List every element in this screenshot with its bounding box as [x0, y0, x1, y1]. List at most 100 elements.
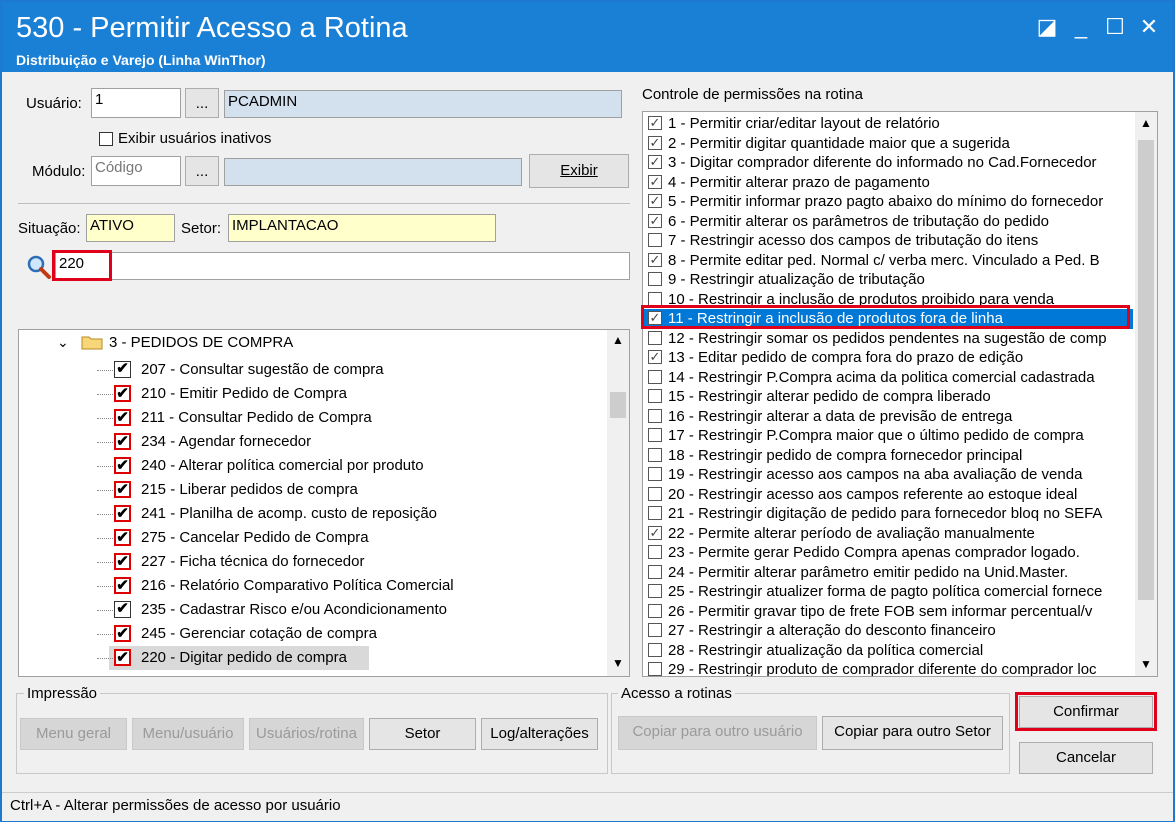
permission-checkbox[interactable]: ✓	[648, 525, 662, 540]
permission-checkbox[interactable]	[648, 233, 662, 247]
scroll-down-icon[interactable]: ▼	[1140, 657, 1152, 671]
tree-item-checkbox[interactable]: ✔	[114, 625, 131, 642]
modulo-code-field[interactable]: Código	[91, 156, 181, 186]
tree-item-checkbox[interactable]: ✔	[114, 409, 131, 426]
copiar-setor-button[interactable]: Copiar para outro Setor	[822, 716, 1003, 750]
tree-item[interactable]: ✔ 234 - Agendar fornecedor	[19, 430, 609, 454]
permission-checkbox[interactable]: ✓	[648, 311, 662, 325]
log-alteracoes-button[interactable]: Log/alterações	[481, 718, 598, 750]
maximize-icon[interactable]: ☐	[1100, 12, 1130, 42]
permissions-list[interactable]: ✓ 1 - Permitir criar/editar layout de rel…	[642, 111, 1158, 677]
permission-item[interactable]: 10 - Restringir a inclusão de produtos p…	[643, 290, 1133, 310]
close-icon[interactable]: ✕	[1134, 12, 1164, 42]
cancelar-button[interactable]: Cancelar	[1019, 742, 1153, 774]
modulo-lookup-button[interactable]: ...	[185, 156, 219, 186]
permission-item[interactable]: 25 - Restringir atualizer forma de pagto…	[643, 582, 1133, 602]
permission-checkbox[interactable]	[648, 584, 662, 598]
tree-item-checkbox[interactable]: ✔	[114, 649, 131, 666]
permission-checkbox[interactable]	[648, 506, 662, 520]
permission-checkbox[interactable]: ✓	[648, 213, 662, 228]
permission-item[interactable]: ✓ 3 - Digitar comprador diferente do info…	[643, 153, 1133, 173]
tree-item-checkbox[interactable]: ✔	[114, 577, 131, 594]
permission-item[interactable]: ✓ 1 - Permitir criar/editar layout de rel…	[643, 114, 1133, 134]
permission-item[interactable]: 26 - Permitir gravar tipo de frete FOB s…	[643, 602, 1133, 622]
permission-item[interactable]: 23 - Permite gerar Pedido Compra apenas …	[643, 543, 1133, 563]
permission-checkbox[interactable]	[648, 291, 662, 306]
tree-item-checkbox[interactable]: ✔	[114, 361, 131, 378]
permission-checkbox[interactable]	[648, 330, 662, 345]
permission-item[interactable]: 24 - Permitir alterar parâmetro emitir p…	[643, 563, 1133, 583]
permission-item[interactable]: ✓ 11 - Restringir a inclusão de produtos …	[643, 309, 1133, 329]
permission-checkbox[interactable]: ✓	[648, 350, 662, 364]
title-bar[interactable]: 530 - Permitir Acesso a Rotina Distribui…	[2, 2, 1173, 72]
scroll-up-icon[interactable]: ▲	[612, 333, 624, 347]
permission-checkbox[interactable]	[648, 662, 662, 676]
permission-checkbox[interactable]	[648, 623, 662, 637]
scroll-down-icon[interactable]: ▼	[612, 656, 624, 670]
tree-item[interactable]: ✔ 240 - Alterar política comercial por pr…	[19, 454, 609, 478]
permissions-scroll-thumb[interactable]	[1138, 140, 1154, 600]
permission-checkbox[interactable]	[648, 467, 662, 481]
permission-checkbox[interactable]: ✓	[648, 252, 662, 267]
minimize-icon[interactable]: _	[1066, 12, 1096, 42]
tree-item[interactable]: ✔ 207 - Consultar sugestão de compra	[19, 358, 609, 382]
permissions-scrollbar[interactable]: ▲ ▼	[1135, 112, 1157, 676]
permission-item[interactable]: 21 - Restringir digitação de pedido para…	[643, 504, 1133, 524]
permission-checkbox[interactable]	[648, 272, 662, 286]
tree-item[interactable]: ✔ 220 - Digitar pedido de compra	[19, 646, 609, 670]
permission-checkbox[interactable]	[648, 564, 662, 579]
tree-item[interactable]: ✔ 241 - Planilha de acomp. custo de repos…	[19, 502, 609, 526]
permission-item[interactable]: 9 - Restringir atualização de tributação	[643, 270, 1133, 290]
permission-item[interactable]: ✓ 22 - Permite alterar período de avaliaç…	[643, 524, 1133, 544]
permission-item[interactable]: 17 - Restringir P.Compra maior que o últ…	[643, 426, 1133, 446]
tree-scroll-thumb[interactable]	[610, 392, 626, 418]
confirmar-button[interactable]: Confirmar	[1019, 696, 1153, 728]
tree-item-checkbox[interactable]: ✔	[114, 529, 131, 546]
permission-item[interactable]: ✓ 4 - Permitir alterar prazo de pagamento	[643, 173, 1133, 193]
tree-item-checkbox[interactable]: ✔	[114, 553, 131, 570]
permission-checkbox[interactable]: ✓	[648, 194, 662, 208]
permission-checkbox[interactable]	[648, 447, 662, 462]
scroll-up-icon[interactable]: ▲	[1140, 116, 1152, 130]
tree-item-checkbox[interactable]: ✔	[114, 433, 131, 450]
tree-scrollbar[interactable]: ▲ ▼	[607, 330, 629, 676]
permission-item[interactable]: 20 - Restringir acesso aos campos refere…	[643, 485, 1133, 505]
permission-checkbox[interactable]	[648, 603, 662, 618]
inativos-checkbox[interactable]	[99, 132, 113, 146]
permission-checkbox[interactable]	[648, 545, 662, 559]
tree-item[interactable]: ✔ 210 - Emitir Pedido de Compra	[19, 382, 609, 406]
tree-item-checkbox[interactable]: ✔	[114, 601, 131, 618]
permission-item[interactable]: 18 - Restringir pedido de compra fornece…	[643, 446, 1133, 466]
permission-item[interactable]: 29 - Restringir produto de comprador dif…	[643, 660, 1133, 676]
permission-checkbox[interactable]: ✓	[648, 155, 662, 169]
exibir-button[interactable]: Exibir	[529, 154, 629, 188]
permission-item[interactable]: 19 - Restringir acesso aos campos na aba…	[643, 465, 1133, 485]
chevron-down-icon[interactable]: ⌄	[57, 334, 69, 351]
permission-checkbox[interactable]: ✓	[648, 116, 662, 130]
permission-item[interactable]: 15 - Restringir alterar pedido de compra…	[643, 387, 1133, 407]
menu-usuario-button[interactable]: Menu/usuário	[132, 718, 244, 750]
menu-geral-button[interactable]: Menu geral	[20, 718, 127, 750]
tree-item[interactable]: ✔ 211 - Consultar Pedido de Compra	[19, 406, 609, 430]
permission-item[interactable]: 16 - Restringir alterar a data de previs…	[643, 407, 1133, 427]
restore-icon[interactable]: ◪	[1032, 12, 1062, 42]
permission-item[interactable]: 28 - Restringir atualização da política …	[643, 641, 1133, 661]
permission-checkbox[interactable]	[648, 486, 662, 501]
tree-item[interactable]: ✔ 235 - Cadastrar Risco e/ou Acondicionam…	[19, 598, 609, 622]
routine-tree[interactable]: ⌄ 3 - PEDIDOS DE COMPRA ✔ 207 - Consultar…	[18, 329, 630, 677]
setor-button[interactable]: Setor	[369, 718, 476, 750]
tree-item[interactable]: ✔ 215 - Liberar pedidos de compra	[19, 478, 609, 502]
usuarios-rotina-button[interactable]: Usuários/rotina	[249, 718, 364, 750]
permission-item[interactable]: 12 - Restringir somar os pedidos pendent…	[643, 329, 1133, 349]
copiar-usuario-button[interactable]: Copiar para outro usuário	[618, 716, 817, 750]
permission-item[interactable]: ✓ 2 - Permitir digitar quantidade maior q…	[643, 134, 1133, 154]
permission-item[interactable]: 7 - Restringir acesso dos campos de trib…	[643, 231, 1133, 251]
tree-item[interactable]: ✔ 227 - Ficha técnica do fornecedor	[19, 550, 609, 574]
permission-checkbox[interactable]	[648, 408, 662, 423]
permission-item[interactable]: 14 - Restringir P.Compra acima da politi…	[643, 368, 1133, 388]
tree-item-checkbox[interactable]: ✔	[114, 481, 131, 498]
tree-item[interactable]: ✔ 216 - Relatório Comparativo Política Co…	[19, 574, 609, 598]
usuario-lookup-button[interactable]: ...	[185, 88, 219, 118]
permission-checkbox[interactable]	[648, 642, 662, 657]
permission-item[interactable]: ✓ 8 - Permite editar ped. Normal c/ verba…	[643, 251, 1133, 271]
